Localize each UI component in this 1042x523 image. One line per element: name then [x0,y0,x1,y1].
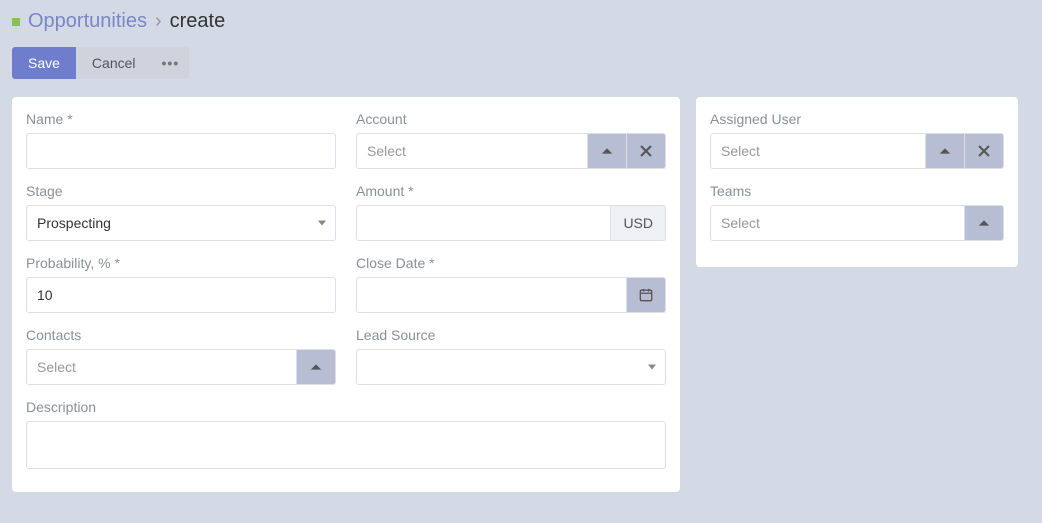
contacts-lookup-button[interactable] [297,349,336,385]
lead-source-label: Lead Source [356,327,666,343]
toolbar: Save Cancel ••• [0,47,1042,97]
teams-input[interactable] [710,205,965,241]
chevron-up-icon [600,144,614,158]
amount-label: Amount * [356,183,666,199]
teams-lookup-button[interactable] [965,205,1004,241]
chevron-up-icon [977,216,991,230]
side-panel: Assigned User Teams [696,97,1018,267]
close-date-picker-button[interactable] [627,277,666,313]
description-label: Description [26,399,666,415]
assigned-user-label: Assigned User [710,111,1004,127]
more-actions-button[interactable]: ••• [152,47,190,79]
close-icon [639,144,653,158]
close-date-input[interactable] [356,277,627,313]
breadcrumb-current: create [170,10,226,33]
close-date-label: Close Date * [356,255,666,271]
teams-label: Teams [710,183,1004,199]
contacts-label: Contacts [26,327,336,343]
account-clear-button[interactable] [627,133,666,169]
name-input[interactable] [26,133,336,169]
account-lookup-button[interactable] [588,133,627,169]
chevron-up-icon [309,360,323,374]
entity-color-indicator [12,18,20,26]
account-label: Account [356,111,666,127]
save-button[interactable]: Save [12,47,76,79]
stage-select[interactable]: Prospecting [26,205,336,241]
assigned-user-clear-button[interactable] [965,133,1004,169]
stage-label: Stage [26,183,336,199]
amount-currency-addon[interactable]: USD [611,205,666,241]
amount-input[interactable] [356,205,611,241]
probability-input[interactable] [26,277,336,313]
contacts-input[interactable] [26,349,297,385]
cancel-button[interactable]: Cancel [76,47,152,79]
account-input[interactable] [356,133,588,169]
breadcrumb-entity-link[interactable]: Opportunities [28,10,147,33]
stage-value: Prospecting [37,215,111,231]
name-label: Name * [26,111,336,127]
ellipsis-icon: ••• [162,55,180,71]
probability-label: Probability, % * [26,255,336,271]
description-textarea[interactable] [26,421,666,469]
close-icon [977,144,991,158]
main-form-panel: Name * Account Stage [12,97,680,492]
assigned-user-input[interactable] [710,133,926,169]
breadcrumb: Opportunities › create [0,0,1042,47]
breadcrumb-separator: › [155,10,162,33]
lead-source-select[interactable] [356,349,666,385]
chevron-up-icon [938,144,952,158]
assigned-user-lookup-button[interactable] [926,133,965,169]
calendar-icon [639,288,653,302]
